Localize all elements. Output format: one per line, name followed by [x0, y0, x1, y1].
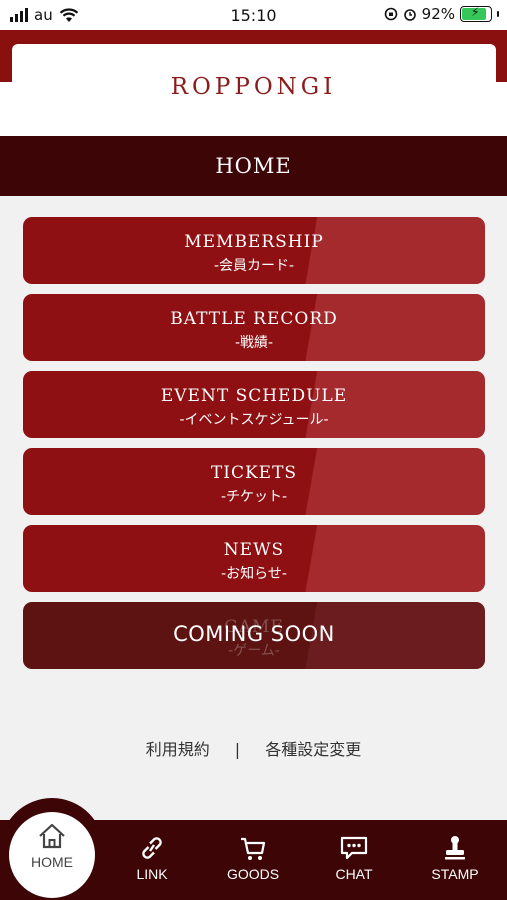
- settings-link[interactable]: 各種設定変更: [265, 736, 361, 760]
- menu-item-subtitle: -イベントスケジュール-: [179, 412, 329, 428]
- tab-goods[interactable]: GOODS: [213, 834, 293, 882]
- menu-item-title: MEMBERSHIP: [184, 232, 324, 252]
- footer-separator: |: [234, 740, 241, 759]
- menu-item-title: BATTLE RECORD: [170, 309, 338, 329]
- menu-battle-record-button[interactable]: BATTLE RECORD -戦績-: [23, 294, 485, 361]
- menu-item-subtitle: -会員カード-: [213, 258, 295, 274]
- chat-icon: [340, 836, 368, 860]
- stamp-icon: [445, 836, 465, 860]
- home-icon: [39, 823, 65, 849]
- menu-item-subtitle: -戦績-: [234, 335, 274, 351]
- menu-game-button: GAME -ゲーム- COMING SOON: [23, 602, 485, 669]
- menu-membership-button[interactable]: MEMBERSHIP -会員カード-: [23, 217, 485, 284]
- cart-icon: [241, 837, 266, 860]
- battery-percent: 92%: [421, 5, 455, 23]
- menu-tickets-button[interactable]: TICKETS -チケット-: [23, 448, 485, 515]
- tab-label: GOODS: [226, 866, 280, 882]
- footer-links: 利用規約 | 各種設定変更: [0, 736, 507, 760]
- menu-item-title: TICKETS: [210, 463, 298, 483]
- status-right: 92% ⚡: [384, 5, 499, 23]
- orientation-lock-icon: [384, 7, 397, 21]
- menu-event-schedule-button[interactable]: EVENT SCHEDULE -イベントスケジュール-: [23, 371, 485, 438]
- battery-icon: ⚡: [460, 5, 492, 22]
- page-title: HOME: [215, 154, 292, 178]
- status-bar: au 15:10 92% ⚡: [0, 0, 507, 30]
- menu-item-title: NEWS: [223, 540, 285, 560]
- tab-link[interactable]: LINK: [112, 834, 192, 882]
- brand-logo-text: ROPPONGI: [170, 74, 337, 100]
- menu-item-title: EVENT SCHEDULE: [160, 386, 348, 406]
- tab-home[interactable]: HOME: [12, 822, 92, 870]
- menu-item-subtitle: -お知らせ-: [221, 566, 287, 582]
- tab-label: LINK: [136, 866, 168, 882]
- tab-stamp[interactable]: STAMP: [415, 834, 495, 882]
- tab-label: STAMP: [431, 866, 479, 882]
- battery-cap: [497, 11, 499, 17]
- tab-label: HOME: [31, 854, 73, 870]
- coming-soon-overlay: COMING SOON: [173, 622, 335, 646]
- tab-label: CHAT: [335, 866, 373, 882]
- alarm-icon: [403, 9, 416, 21]
- link-icon: [142, 837, 162, 859]
- menu-news-button[interactable]: NEWS -お知らせ-: [23, 525, 485, 592]
- menu-item-subtitle: -チケット-: [220, 489, 288, 505]
- tab-chat[interactable]: CHAT: [314, 834, 394, 882]
- terms-link[interactable]: 利用規約: [146, 736, 210, 760]
